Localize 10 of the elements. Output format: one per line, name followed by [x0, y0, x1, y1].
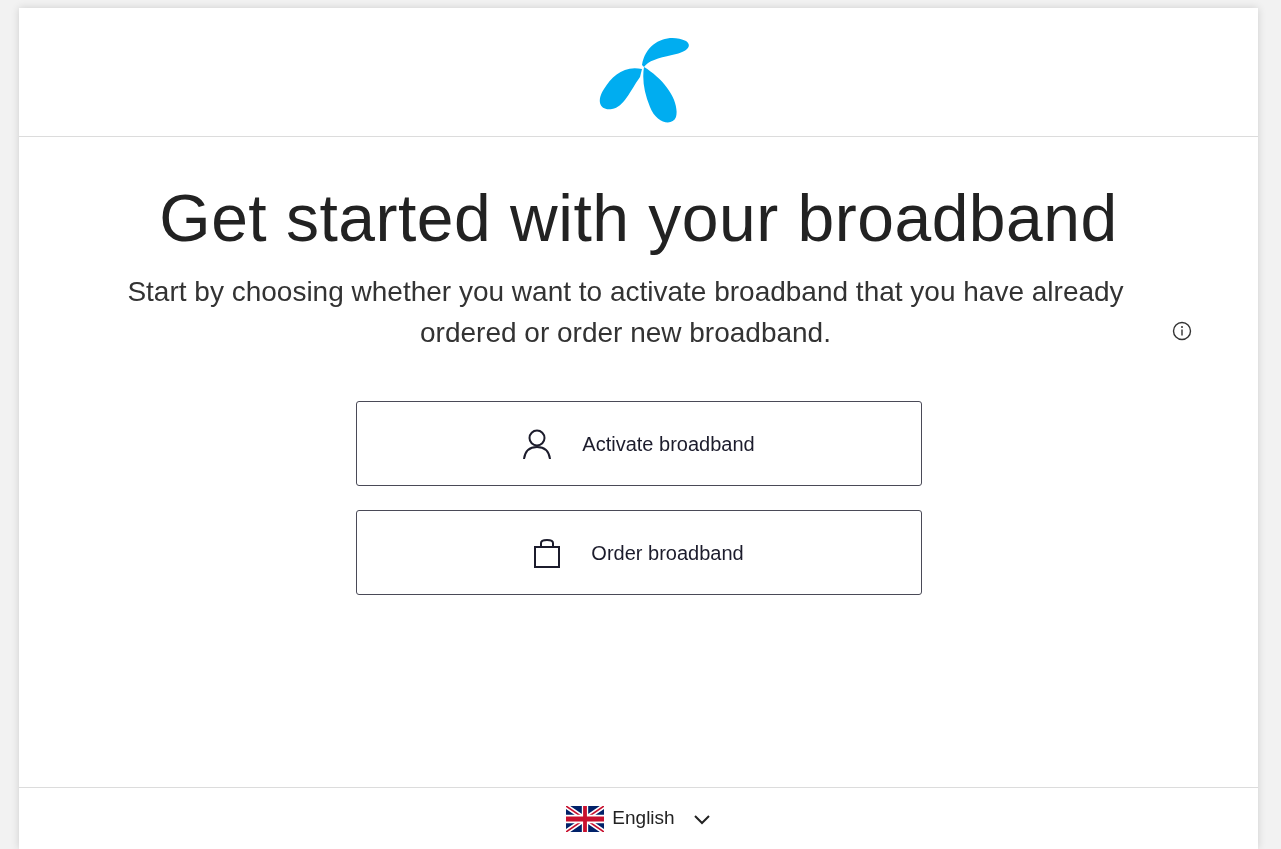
- intro-text: Start by choosing whether you want to activate broadband that you have already ordered or order new broadband.: [126, 275, 1125, 350]
- flag-icon: [566, 805, 605, 832]
- option-button[interactable]: Activate broadband: [355, 401, 922, 487]
- person-icon: [522, 427, 553, 460]
- language-selector[interactable]: English: [566, 804, 711, 833]
- info-icon[interactable]: [1171, 321, 1192, 342]
- chevron-down-icon: [692, 812, 711, 825]
- option-button[interactable]: Order broadband: [355, 510, 922, 596]
- page-title: Get started with your broadband: [158, 180, 1119, 257]
- shopping-bag-icon: [533, 536, 562, 569]
